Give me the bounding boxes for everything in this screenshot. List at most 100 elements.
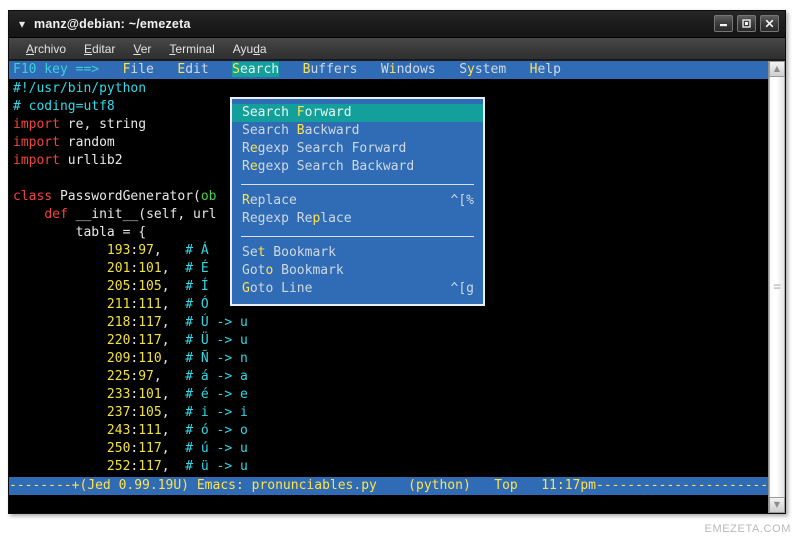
menu-item-label: gexp Search Backward <box>257 159 415 174</box>
menu-item-set-bookmark[interactable]: Set Bookmark <box>232 244 483 262</box>
menu-item-goto-line[interactable]: Goto Line ^[g <box>232 280 483 298</box>
menu-item-shortcut: ^[g <box>450 281 474 296</box>
menu-item-label: Search <box>242 105 297 120</box>
code-token: 211 <box>106 297 131 312</box>
code-token: 209 <box>106 351 131 366</box>
menu-item-mnemonic: R <box>242 193 250 208</box>
code-token: # ü -> u <box>169 459 248 474</box>
mode-line: --------+(Jed 0.99.19U) Emacs: pronuncia… <box>9 477 768 495</box>
menu-item-goto-bookmark[interactable]: Goto Bookmark <box>232 262 483 280</box>
gtk-menu-item-editar[interactable]: Editar <box>75 41 124 57</box>
minimize-button[interactable] <box>714 15 733 32</box>
emacs-menu-system[interactable]: System <box>459 62 506 77</box>
scroll-up-arrow-icon[interactable]: ▲ <box>769 61 785 77</box>
scroll-down-arrow-icon[interactable]: ▼ <box>769 497 785 513</box>
code-token: random <box>59 135 115 150</box>
menu-gap <box>357 62 380 77</box>
code-token: 233 <box>106 387 131 402</box>
grip-lines-icon[interactable]: ⚌ <box>773 282 781 292</box>
menu-item-label: Search <box>242 123 297 138</box>
menu-item-label: Regexp Re <box>242 211 313 226</box>
menu-item-mnemonic: G <box>242 281 250 296</box>
code-token: # Á <box>161 243 209 258</box>
emacs-menu-help[interactable]: Help <box>530 62 561 77</box>
menu-item-label: orward <box>304 105 352 120</box>
code-line: 243:111, # ó -> o <box>13 422 768 440</box>
code-token: class <box>13 189 53 204</box>
code-token: , <box>161 333 170 348</box>
code-token: # á -> a <box>161 369 248 384</box>
menu-item-label: Got <box>242 263 266 278</box>
window-title: manz@debian: ~/emezeta <box>34 17 191 31</box>
emacs-menu-windows[interactable]: Windows <box>381 62 436 77</box>
code-token: PasswordGenerator( <box>52 189 201 204</box>
code-token: def <box>44 207 68 222</box>
menu-separator <box>241 184 474 185</box>
code-line: 237:105, # i -> i <box>13 404 768 422</box>
menu-item-label: lace <box>320 211 352 226</box>
menu-item-label: gexp Search Forward <box>257 141 407 156</box>
menu-item-search-forward[interactable]: Search Forward <box>232 104 483 122</box>
minibuffer[interactable] <box>9 495 768 513</box>
menu-item-label: eplace <box>249 193 297 208</box>
menu-item-regexp-search-forward[interactable]: Regexp Search Forward <box>232 140 483 158</box>
emacs-menu-search[interactable]: Search <box>232 62 280 77</box>
maximize-button[interactable] <box>737 15 756 32</box>
code-token: , <box>161 261 170 276</box>
terminal-screen[interactable]: F10 key ==> File Edit Search Buffers Win… <box>9 61 768 513</box>
code-token: , <box>153 243 162 258</box>
window-controls <box>714 15 779 32</box>
code-token: , <box>161 441 170 456</box>
code-token: 225 <box>106 369 131 384</box>
gtk-menu-item-archivo[interactable]: Archivo <box>17 41 75 57</box>
code-token: # ú -> u <box>169 441 248 456</box>
emacs-menu-file[interactable]: File <box>123 62 154 77</box>
scrollbar-track[interactable]: ⚌ <box>769 77 785 497</box>
menu-item-regexp-search-backward[interactable]: Regexp Search Backward <box>232 158 483 176</box>
menu-item-regexp-replace[interactable]: Regexp Replace <box>232 210 483 228</box>
code-token: # Ü -> u <box>169 333 248 348</box>
code-token: # i -> i <box>169 405 248 420</box>
close-button[interactable] <box>760 15 779 32</box>
emacs-menu-buffers[interactable]: Buffers <box>303 62 358 77</box>
search-dropdown-menu[interactable]: Search Forward Search Backward Regexp Sear… <box>230 97 485 306</box>
vertical-scrollbar[interactable]: ▲ ⚌ ▼ <box>768 61 785 513</box>
menu-item-replace[interactable]: Replace ^[% <box>232 192 483 210</box>
menu-item-label: Bookmark <box>273 263 344 278</box>
code-token: ob <box>200 189 217 204</box>
gtk-menu-item-ayuda[interactable]: Ayuda <box>224 41 276 57</box>
code-token: import <box>13 135 60 150</box>
code-token: 101 <box>138 261 162 276</box>
code-line: 250:117, # ú -> u <box>13 440 768 458</box>
code-token: 117 <box>138 459 162 474</box>
code-token: , <box>161 459 170 474</box>
code-token: 97 <box>138 243 154 258</box>
menu-item-label: ackward <box>304 123 360 138</box>
code-token: 243 <box>106 423 131 438</box>
code-token: 97 <box>138 369 154 384</box>
code-token: 105 <box>138 405 162 420</box>
code-token: 218 <box>106 315 131 330</box>
title-bar[interactable]: ▾ manz@debian: ~/emezeta <box>9 11 785 38</box>
f10-hint: F10 key ==> <box>13 62 100 77</box>
code-line: 225:97, # á -> a <box>13 368 768 386</box>
terminal-window: ▾ manz@debian: ~/emezeta Archivo Editar … <box>8 10 786 514</box>
menu-gap <box>279 62 302 77</box>
menu-item-shortcut: ^[% <box>450 193 474 208</box>
menu-item-search-backward[interactable]: Search Backward <box>232 122 483 140</box>
menu-item-label: R <box>242 159 250 174</box>
chevron-down-icon[interactable]: ▾ <box>19 18 25 30</box>
emacs-menu-edit[interactable]: Edit <box>177 62 208 77</box>
code-line: 220:117, # Ü -> u <box>13 332 768 350</box>
gtk-menu-item-ver[interactable]: Ver <box>124 41 160 57</box>
gtk-menu-item-terminal[interactable]: Terminal <box>160 41 223 57</box>
menu-item-mnemonic: F <box>296 105 305 120</box>
menu-gap <box>506 62 529 77</box>
